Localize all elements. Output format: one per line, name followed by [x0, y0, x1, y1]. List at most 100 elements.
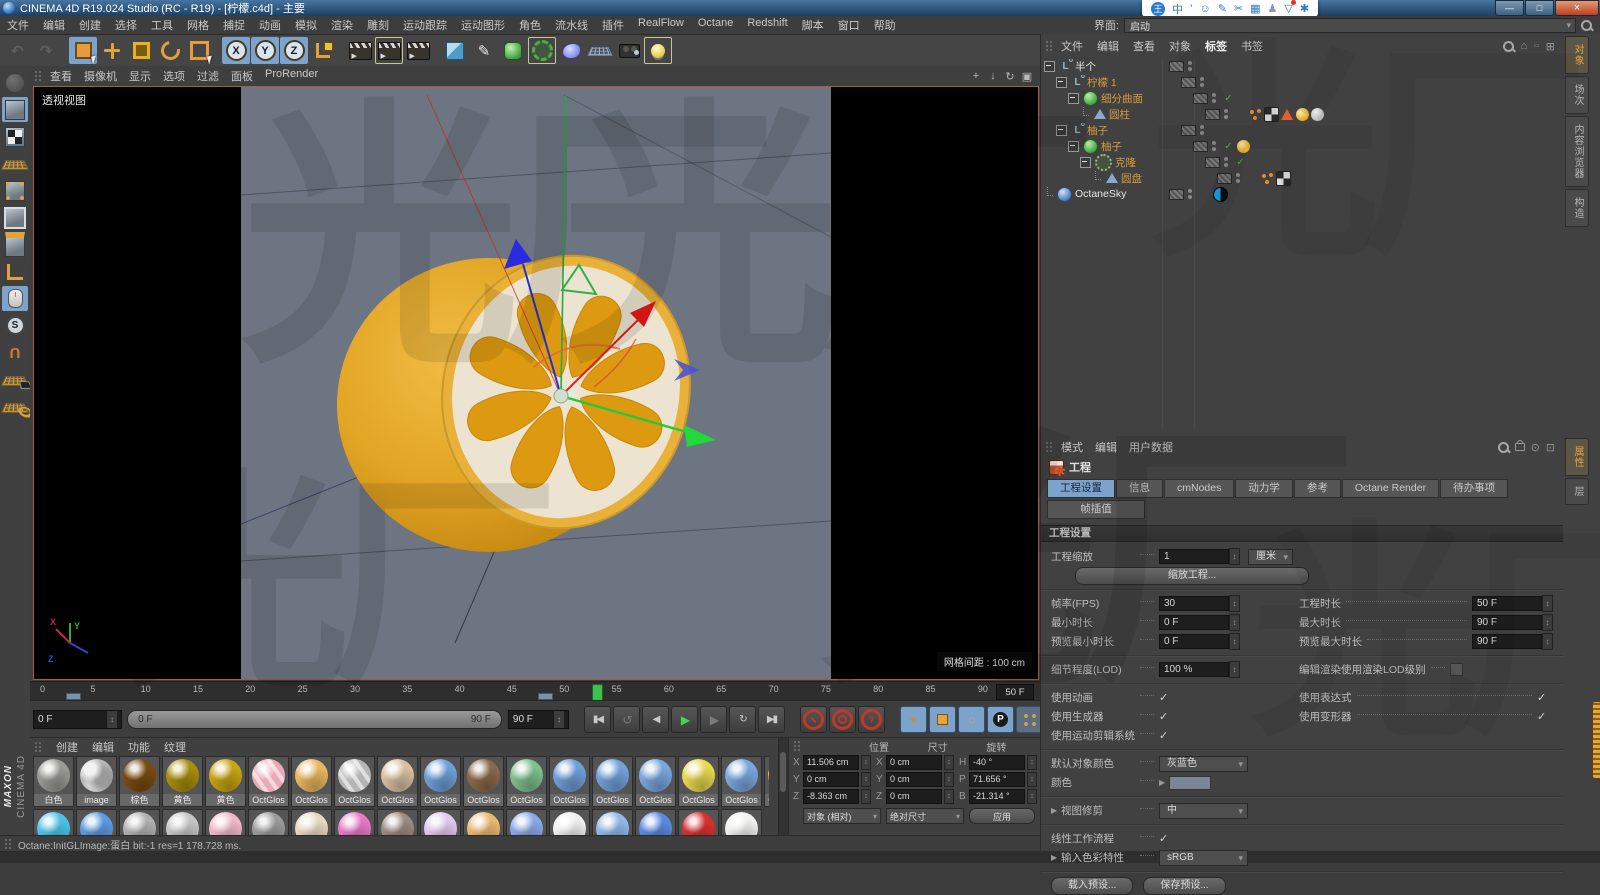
- workplane-align[interactable]: [1, 394, 29, 419]
- load-preset-button[interactable]: 载入预设...: [1051, 876, 1134, 895]
- material-name[interactable]: OctGlos: [550, 794, 589, 806]
- view-clipping-select[interactable]: 中: [1159, 802, 1248, 819]
- material-menu-item[interactable]: 功能: [128, 739, 150, 755]
- material-preview[interactable]: [381, 812, 414, 835]
- frame-start-field[interactable]: 0 F: [33, 710, 123, 729]
- search-icon[interactable]: [1581, 19, 1592, 31]
- menu-item[interactable]: 编辑: [36, 16, 72, 34]
- material-preview[interactable]: [639, 759, 672, 792]
- panel-tab[interactable]: 构造: [1565, 189, 1589, 227]
- material-item[interactable]: 黄色: [205, 756, 246, 807]
- om-menu-item[interactable]: 查看: [1127, 38, 1161, 54]
- stepper[interactable]: [861, 755, 871, 770]
- material-name[interactable]: image: [77, 794, 116, 806]
- attr-panel-icon[interactable]: ⊡: [1546, 441, 1555, 454]
- material-item[interactable]: [506, 809, 547, 835]
- ime-emoji-icon[interactable]: ☺: [1199, 3, 1210, 15]
- material-preview[interactable]: [252, 812, 285, 835]
- material-item[interactable]: OctGlos: [291, 756, 332, 807]
- material-preview[interactable]: [37, 759, 70, 792]
- material-preview[interactable]: [381, 759, 414, 792]
- object-name[interactable]: 半个: [1075, 59, 1096, 74]
- panel-grip[interactable]: [34, 70, 42, 82]
- ime-punct-icon[interactable]: ’: [1190, 3, 1192, 15]
- separator[interactable]: [338, 37, 345, 64]
- frame-end-field[interactable]: 90 F: [507, 710, 569, 729]
- stepper[interactable]: [106, 711, 118, 728]
- layer-swatch[interactable]: [1193, 140, 1208, 152]
- menu-item[interactable]: 流水线: [548, 16, 595, 34]
- previous-frame-button[interactable]: ◀: [642, 706, 669, 733]
- menu-item[interactable]: 雕刻: [360, 16, 396, 34]
- material-preview[interactable]: [209, 812, 242, 835]
- position-mode-select[interactable]: 对象 (相对): [803, 808, 881, 824]
- material-item[interactable]: [678, 809, 719, 835]
- om-menu-item[interactable]: 标签: [1199, 38, 1233, 54]
- material-preview[interactable]: [467, 759, 500, 792]
- ime-user-icon[interactable]: ♟: [1268, 2, 1278, 15]
- expand-toggle[interactable]: [1068, 92, 1079, 104]
- ime-scissors-icon[interactable]: ✂: [1234, 2, 1243, 15]
- use-expressions-checkbox[interactable]: ✓: [1537, 691, 1553, 704]
- lock-x-axis[interactable]: X: [222, 37, 250, 64]
- camera-object[interactable]: [615, 37, 643, 64]
- material-menu-item[interactable]: 创建: [56, 739, 78, 755]
- viewport-menu-item[interactable]: 面板: [225, 68, 259, 84]
- material-name[interactable]: OctGlos: [249, 794, 288, 806]
- material-preview[interactable]: [467, 812, 500, 835]
- section-header[interactable]: 工程设置: [1041, 525, 1563, 542]
- material-item[interactable]: image: [76, 756, 117, 807]
- use-motion-system-checkbox[interactable]: ✓: [1159, 729, 1175, 742]
- apply-button[interactable]: 应用: [969, 808, 1035, 824]
- object-row[interactable]: 柚子 ✓: [1041, 138, 1563, 154]
- material-item[interactable]: [420, 809, 461, 835]
- ime-skin-icon[interactable]: ▽: [1284, 0, 1297, 15]
- material-preview[interactable]: [725, 812, 758, 835]
- use-deformers-checkbox[interactable]: ✓: [1537, 710, 1553, 723]
- menu-item[interactable]: 窗口: [831, 16, 867, 34]
- material-name[interactable]: OctGlos: [464, 794, 503, 806]
- expand-toggle[interactable]: [1080, 106, 1089, 119]
- attribute-tab[interactable]: 帧插值: [1047, 500, 1145, 519]
- material-name[interactable]: OctGlos: [679, 794, 718, 806]
- expand-toggle[interactable]: [1068, 140, 1079, 152]
- stepper[interactable]: [944, 772, 954, 787]
- object-tag[interactable]: [1261, 171, 1274, 185]
- default-object-color-select[interactable]: 灰蓝色: [1159, 755, 1248, 772]
- spline-pen[interactable]: ✎: [470, 37, 498, 64]
- scale-tool[interactable]: [127, 37, 155, 64]
- edges-mode[interactable]: [2, 205, 28, 230]
- pan-view-icon[interactable]: +: [969, 70, 983, 83]
- snap-mode[interactable]: S: [2, 313, 28, 338]
- subdivision-surface[interactable]: [499, 37, 527, 64]
- layer-swatch[interactable]: [1217, 172, 1232, 184]
- coordinate-system[interactable]: [309, 37, 337, 64]
- expand-toggle[interactable]: [1044, 60, 1055, 72]
- object-tag[interactable]: [1311, 107, 1324, 121]
- zoom-view-icon[interactable]: ↓: [986, 70, 1000, 83]
- separator[interactable]: [61, 37, 68, 64]
- material-preview[interactable]: [295, 812, 328, 835]
- object-name[interactable]: 柠檬 1: [1087, 75, 1117, 90]
- om-home-icon[interactable]: ⌂: [1520, 40, 1527, 52]
- material-item[interactable]: [721, 809, 762, 835]
- material-name[interactable]: OctGlos: [335, 794, 374, 806]
- material-name[interactable]: 黄色: [163, 794, 202, 806]
- material-item[interactable]: [33, 809, 74, 835]
- material-item[interactable]: [635, 809, 676, 835]
- material-preview[interactable]: [166, 759, 199, 792]
- material-item[interactable]: 白色: [33, 756, 74, 807]
- stepper[interactable]: [861, 789, 871, 804]
- stepper[interactable]: [1542, 595, 1553, 612]
- object-name[interactable]: 细分曲面: [1101, 91, 1143, 106]
- expand-toggle[interactable]: [1044, 186, 1053, 199]
- right-scrollbar[interactable]: [1592, 701, 1600, 779]
- record-scale-toggle[interactable]: [929, 706, 956, 733]
- object-row[interactable]: OctaneSky: [1041, 186, 1563, 202]
- menu-item[interactable]: Octane: [691, 16, 740, 34]
- object-name[interactable]: 圆盘: [1121, 171, 1142, 186]
- material-item[interactable]: [205, 809, 246, 835]
- play-button[interactable]: ▶: [671, 706, 698, 733]
- visibility-toggles[interactable]: [1208, 93, 1220, 103]
- viewport-solo-mode[interactable]: [2, 286, 28, 311]
